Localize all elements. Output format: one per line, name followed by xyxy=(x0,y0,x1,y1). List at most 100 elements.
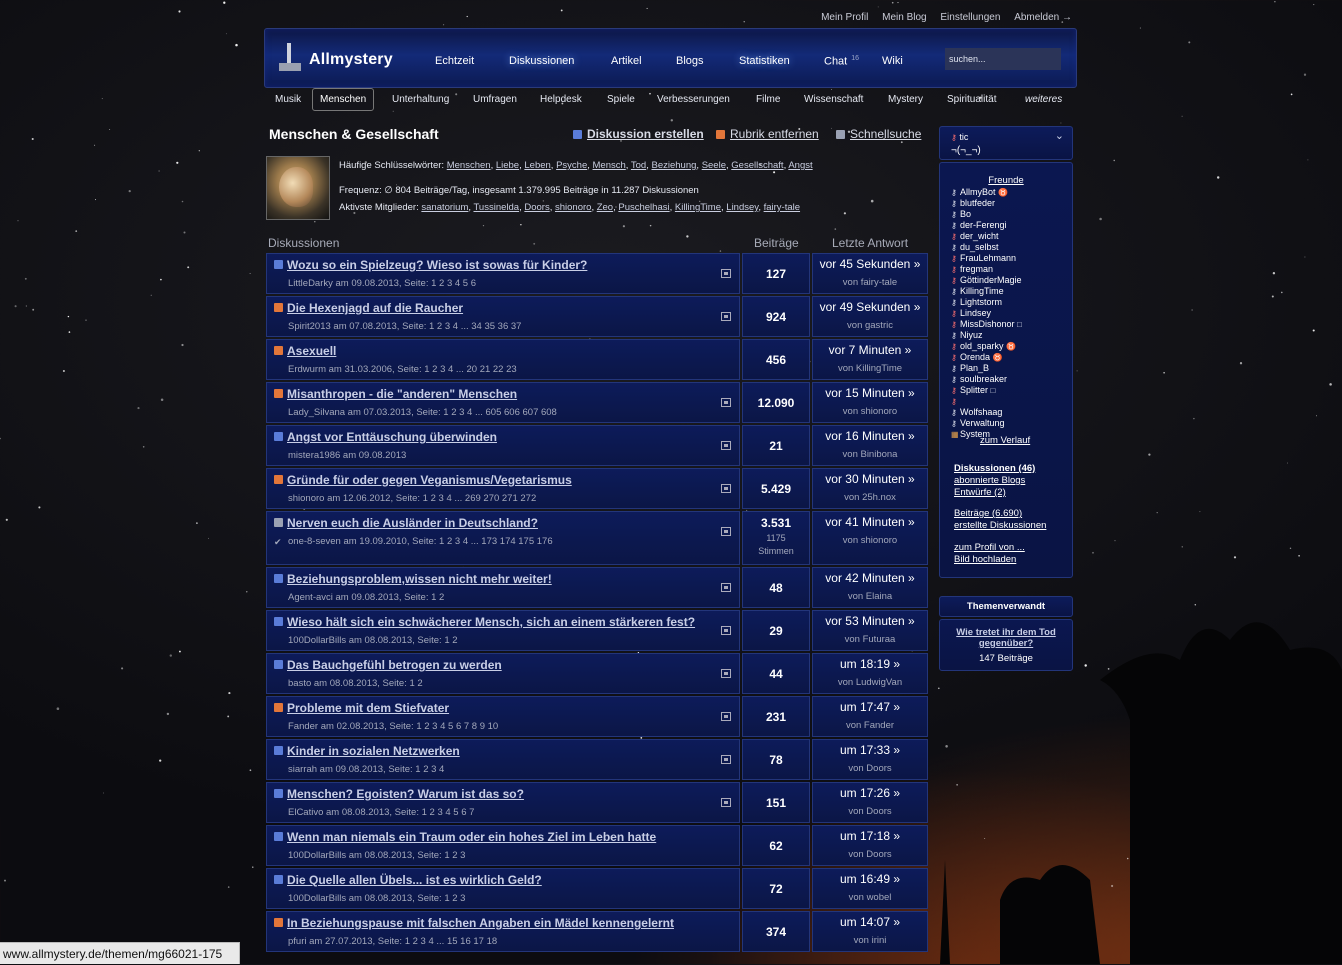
last-reply-link[interactable]: vor 7 Minuten » xyxy=(813,343,927,357)
nav-echtzeit[interactable]: Echtzeit xyxy=(435,55,474,67)
thread-title-link[interactable]: Gründe für oder gegen Veganismus/Vegetar… xyxy=(287,473,572,487)
new-posts-icon[interactable] xyxy=(721,755,731,764)
friend-item[interactable]: ⚷ xyxy=(951,396,1022,407)
thread-title-link[interactable]: Misanthropen - die "anderen" Menschen xyxy=(287,387,517,401)
friend-item[interactable]: ⚷ Lindsey xyxy=(951,308,1022,319)
new-posts-icon[interactable] xyxy=(721,583,731,592)
last-reply-link[interactable]: vor 53 Minuten » xyxy=(813,614,927,628)
keyword-link[interactable]: Seele xyxy=(702,160,726,171)
cat-filme[interactable]: Filme xyxy=(756,94,780,105)
active-member-link[interactable]: shionoro xyxy=(555,202,591,213)
thread-title-link[interactable]: Kinder in sozialen Netzwerken xyxy=(287,744,460,758)
last-reply-link[interactable]: um 14:07 » xyxy=(813,915,927,929)
active-member-link[interactable]: KillingTime xyxy=(675,202,721,213)
link-profile[interactable]: zum Profil von ... xyxy=(954,542,1025,554)
thread-title-link[interactable]: Menschen? Egoisten? Warum ist das so? xyxy=(287,787,524,801)
search-input[interactable] xyxy=(945,48,1061,70)
friend-item[interactable]: ⚷ fregman xyxy=(951,264,1022,275)
cat-verbesserungen[interactable]: Verbesserungen xyxy=(657,94,730,105)
last-reply-link[interactable]: vor 42 Minuten » xyxy=(813,571,927,585)
keyword-link[interactable]: Beziehung xyxy=(652,160,697,171)
nav-diskussionen[interactable]: Diskussionen xyxy=(509,55,574,67)
link-upload-image[interactable]: Bild hochladen xyxy=(954,554,1025,566)
link-subscribed-blogs[interactable]: abonnierte Blogs xyxy=(954,475,1035,487)
last-reply-link[interactable]: vor 15 Minuten » xyxy=(813,386,927,400)
last-reply-link[interactable]: vor 49 Sekunden » xyxy=(813,300,927,314)
cat-helpdesk[interactable]: Helpdesk xyxy=(540,94,582,105)
new-posts-icon[interactable] xyxy=(721,398,731,407)
active-member-link[interactable]: Tussinelda xyxy=(473,202,519,213)
nav-wiki[interactable]: Wiki xyxy=(882,55,903,67)
active-member-link[interactable]: fairy-tale xyxy=(764,202,800,213)
last-reply-link[interactable]: vor 45 Sekunden » xyxy=(813,257,927,271)
friend-item[interactable]: ⚷ Splitter □ xyxy=(951,385,1022,396)
last-reply-link[interactable]: um 16:49 » xyxy=(813,872,927,886)
friend-item[interactable]: ⚷ der-Ferengi xyxy=(951,220,1022,231)
keyword-link[interactable]: Psyche xyxy=(556,160,587,171)
new-posts-icon[interactable] xyxy=(721,626,731,635)
cat-mystery[interactable]: Mystery xyxy=(888,94,923,105)
friend-item[interactable]: ⚷ GöttinderMagie xyxy=(951,275,1022,286)
friend-item[interactable]: ⚷ old_sparky ♉ xyxy=(951,341,1022,352)
thread-title-link[interactable]: Probleme mit dem Stiefvater xyxy=(287,701,449,715)
new-posts-icon[interactable] xyxy=(721,798,731,807)
active-member-link[interactable]: Puschelhasi xyxy=(618,202,669,213)
thread-title-link[interactable]: Die Quelle allen Übels... ist es wirklic… xyxy=(287,873,542,887)
cat-musik[interactable]: Musik xyxy=(275,94,301,105)
thread-title-link[interactable]: Wozu so ein Spielzeug? Wieso ist sowas f… xyxy=(287,258,587,272)
friend-item[interactable]: ⚷ FrauLehmann xyxy=(951,253,1022,264)
friend-item[interactable]: ⚷ du_selbst xyxy=(951,242,1022,253)
thread-title-link[interactable]: Die Hexenjagd auf die Raucher xyxy=(287,301,463,315)
friend-item[interactable]: ⚷ MissDishonor □ xyxy=(951,319,1022,330)
thread-title-link[interactable]: Wenn man niemals ein Traum oder ein hohe… xyxy=(287,830,656,844)
friend-item[interactable]: ⚷ Niyuz xyxy=(951,330,1022,341)
thread-title-link[interactable]: Das Bauchgefühl betrogen zu werden xyxy=(287,658,502,672)
cat-spiritualitaet[interactable]: Spiritualität xyxy=(947,94,996,105)
friends-heading[interactable]: Freunde xyxy=(940,175,1072,186)
nav-blogs[interactable]: Blogs xyxy=(676,55,704,67)
nav-statistiken[interactable]: Statistiken xyxy=(739,55,790,67)
link-discussions[interactable]: Diskussionen (46) xyxy=(954,463,1035,475)
friend-item[interactable]: ⚷ der_wicht xyxy=(951,231,1022,242)
keyword-link[interactable]: Gesellschaft xyxy=(731,160,783,171)
friend-item[interactable]: ⚷ blutfeder xyxy=(951,198,1022,209)
last-reply-link[interactable]: um 17:47 » xyxy=(813,700,927,714)
last-reply-link[interactable]: vor 41 Minuten » xyxy=(813,515,927,529)
cat-unterhaltung[interactable]: Unterhaltung xyxy=(392,94,449,105)
thread-title-link[interactable]: In Beziehungspause mit falschen Angaben … xyxy=(287,916,674,930)
friend-item[interactable]: ⚷ Wolfshaag xyxy=(951,407,1022,418)
logo-icon[interactable] xyxy=(279,43,301,73)
logout-link[interactable]: Abmelden → xyxy=(1014,12,1072,23)
keyword-link[interactable]: Leben xyxy=(524,160,550,171)
thread-title-link[interactable]: Wieso hält sich ein schwächerer Mensch, … xyxy=(287,615,695,629)
friend-item[interactable]: ⚷ KillingTime xyxy=(951,286,1022,297)
new-posts-icon[interactable] xyxy=(721,312,731,321)
remove-category-link[interactable]: Rubrik entfernen xyxy=(716,127,819,141)
current-user[interactable]: ⚷ tic xyxy=(951,132,968,142)
history-link[interactable]: zum Verlauf xyxy=(980,435,1030,447)
friend-item[interactable]: ⚷ Orenda ♉ xyxy=(951,352,1022,363)
active-member-link[interactable]: sanatorium xyxy=(421,202,468,213)
new-posts-icon[interactable] xyxy=(721,712,731,721)
cat-menschen[interactable]: Menschen xyxy=(312,88,375,111)
last-reply-link[interactable]: vor 16 Minuten » xyxy=(813,429,927,443)
active-member-link[interactable]: Zeo xyxy=(597,202,613,213)
link-posts[interactable]: Beiträge (6.690) xyxy=(954,508,1046,520)
friend-item[interactable]: ⚷ Lightstorm xyxy=(951,297,1022,308)
friend-item[interactable]: ⚷ AllmyBot ♉ xyxy=(951,187,1022,198)
friend-item[interactable]: ⚷ Plan_B xyxy=(951,363,1022,374)
new-posts-icon[interactable] xyxy=(721,527,731,536)
last-reply-link[interactable]: um 18:19 » xyxy=(813,657,927,671)
active-member-link[interactable]: Doors xyxy=(524,202,549,213)
keyword-link[interactable]: Liebe xyxy=(496,160,519,171)
my-blog-link[interactable]: Mein Blog xyxy=(882,12,926,23)
thread-title-link[interactable]: Asexuell xyxy=(287,344,336,358)
friend-item[interactable]: ⚷ soulbreaker xyxy=(951,374,1022,385)
nav-chat[interactable]: Chat 16 xyxy=(824,55,859,68)
thread-title-link[interactable]: Angst vor Enttäuschung überwinden xyxy=(287,430,497,444)
last-reply-link[interactable]: um 17:33 » xyxy=(813,743,927,757)
my-profile-link[interactable]: Mein Profil xyxy=(821,12,868,23)
new-posts-icon[interactable] xyxy=(721,441,731,450)
friend-item[interactable]: ⚷ Verwaltung xyxy=(951,418,1022,429)
link-created-discussions[interactable]: erstellte Diskussionen xyxy=(954,520,1046,532)
